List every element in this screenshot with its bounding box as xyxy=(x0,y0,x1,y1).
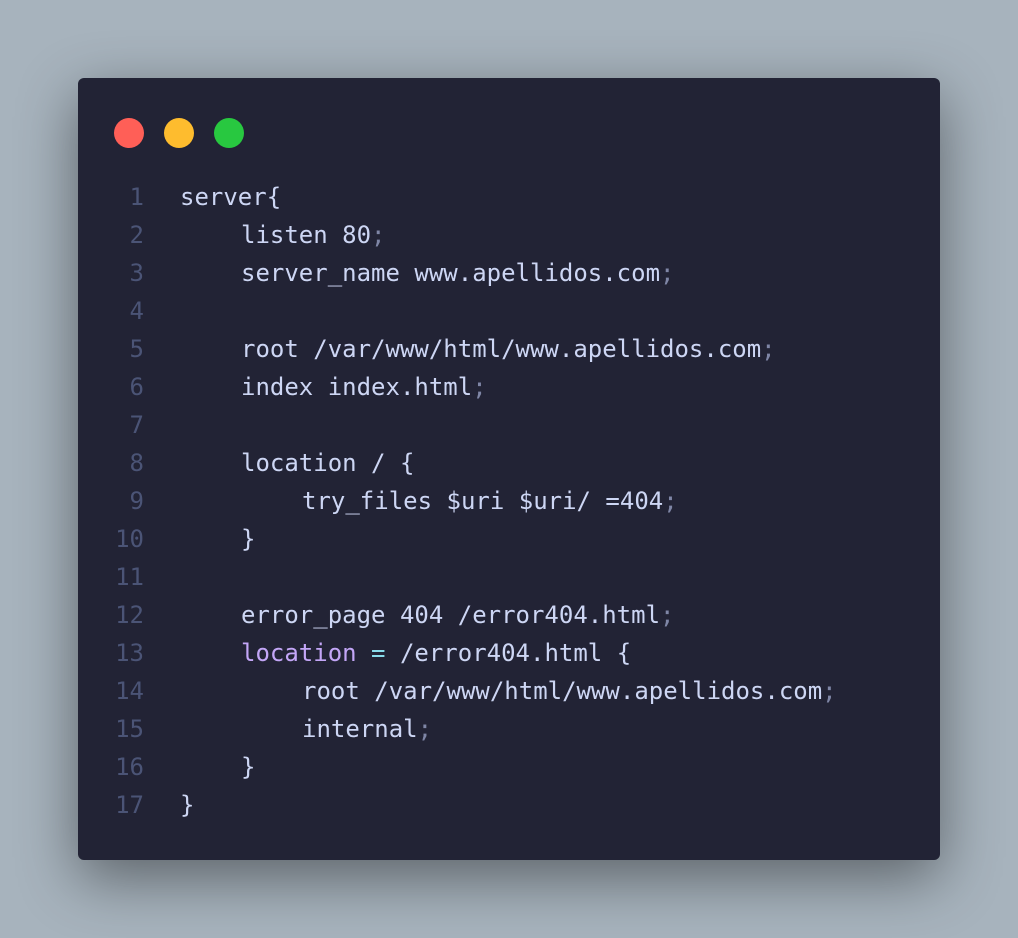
code-line: 9 try_files $uri $uri/ =404; xyxy=(78,482,940,520)
code-line: 13 location = /error404.html { xyxy=(78,634,940,672)
line-content: } xyxy=(180,520,255,558)
line-number: 6 xyxy=(129,373,144,401)
code-line: 1 server{ xyxy=(78,178,940,216)
line-content: } xyxy=(180,748,255,786)
code-token: } xyxy=(241,753,256,781)
line-number: 10 xyxy=(115,525,144,553)
code-token: root /var/www/html/www.apellidos.com xyxy=(241,335,762,363)
code-line: 3 server_name www.apellidos.com; xyxy=(78,254,940,292)
punctuation-token: ; xyxy=(417,715,433,743)
line-number: 8 xyxy=(129,449,144,477)
code-token: } xyxy=(241,525,256,553)
punctuation-token: ; xyxy=(761,335,776,363)
line-number: 2 xyxy=(129,221,144,249)
code-line: 4 xyxy=(78,292,940,330)
code-line: 8 location / { xyxy=(78,444,940,482)
line-number: 11 xyxy=(115,563,144,591)
operator-token: = xyxy=(371,639,386,667)
code-line: 11 xyxy=(78,558,940,596)
minimize-dot-icon[interactable] xyxy=(164,118,194,148)
code-line: 14 root /var/www/html/www.apellidos.com; xyxy=(78,672,940,710)
line-content: location / { xyxy=(180,444,414,482)
code-token: server_name www.apellidos.com xyxy=(241,259,661,287)
punctuation-token: ; xyxy=(472,373,487,401)
code-token: internal xyxy=(302,715,418,743)
code-line: 16} xyxy=(78,748,940,786)
code-line: 10} xyxy=(78,520,940,558)
line-content: internal; xyxy=(180,710,432,748)
line-content: error_page 404 /error404.html; xyxy=(180,596,674,634)
line-number: 14 xyxy=(115,677,144,705)
close-dot-icon[interactable] xyxy=(114,118,144,148)
line-number: 3 xyxy=(129,259,144,287)
code-token: server{ xyxy=(180,183,282,211)
line-number: 4 xyxy=(129,297,144,325)
line-number: 12 xyxy=(115,601,144,629)
punctuation-token: ; xyxy=(660,601,675,629)
line-number: 15 xyxy=(115,715,144,743)
line-number: 1 xyxy=(129,183,144,211)
code-token: index index.html xyxy=(241,373,473,401)
code-line: 6 index index.html; xyxy=(78,368,940,406)
code-window: 1 server{ 2 listen 80; 3 server_name www.apel… xyxy=(78,78,940,860)
line-content: listen 80; xyxy=(180,216,386,254)
line-content: index index.html; xyxy=(180,368,487,406)
code-token: location / { xyxy=(241,449,415,477)
punctuation-token: ; xyxy=(371,221,386,249)
code-line: 7 xyxy=(78,406,940,444)
code-token: error_page 404 /error404.html xyxy=(241,601,661,629)
punctuation-token: ; xyxy=(822,677,837,705)
code-token: root /var/www/html/www.apellidos.com xyxy=(302,677,823,705)
code-line: 15 internal; xyxy=(78,710,940,748)
code-block: 1 server{ 2 listen 80; 3 server_name www.apel… xyxy=(78,178,940,824)
line-content: location = /error404.html { xyxy=(180,634,631,672)
code-token: /error404.html { xyxy=(385,639,632,667)
code-token: listen 80 xyxy=(241,221,372,249)
line-content: root /var/www/html/www.apellidos.com; xyxy=(180,330,776,368)
code-line: 12 error_page 404 /error404.html; xyxy=(78,596,940,634)
line-number: 7 xyxy=(129,411,144,439)
keyword-token: location xyxy=(241,639,357,667)
code-line: 2 listen 80; xyxy=(78,216,940,254)
punctuation-token: ; xyxy=(663,487,678,515)
line-content: try_files $uri $uri/ =404; xyxy=(180,482,678,520)
line-content: server_name www.apellidos.com; xyxy=(180,254,674,292)
line-content: } xyxy=(180,786,194,824)
line-number: 16 xyxy=(115,753,144,781)
line-number: 17 xyxy=(115,791,144,819)
line-content: server{ xyxy=(180,178,281,216)
code-token: } xyxy=(180,791,195,819)
code-line: 5 root /var/www/html/www.apellidos.com; xyxy=(78,330,940,368)
code-token: try_files $uri $uri/ =404 xyxy=(302,487,664,515)
code-line: 17} xyxy=(78,786,940,824)
line-content: root /var/www/html/www.apellidos.com; xyxy=(180,672,837,710)
maximize-dot-icon[interactable] xyxy=(214,118,244,148)
line-number: 5 xyxy=(129,335,144,363)
punctuation-token: ; xyxy=(660,259,675,287)
line-number: 13 xyxy=(115,639,144,667)
line-number: 9 xyxy=(129,487,144,515)
